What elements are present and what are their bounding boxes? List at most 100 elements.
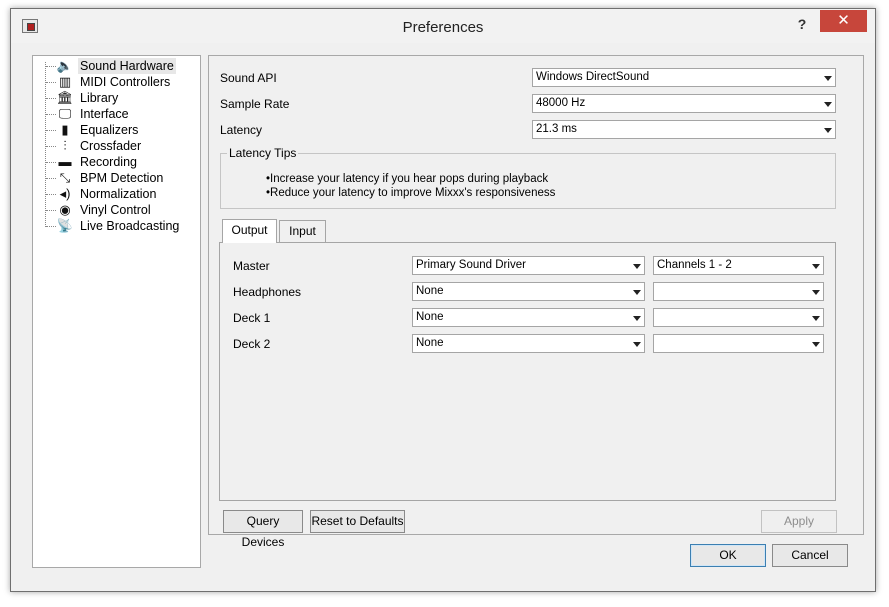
crossfader-icon: ⫶ [63, 138, 67, 153]
query-devices-button[interactable]: Query Devices [223, 510, 303, 549]
title-bar[interactable]: Preferences ? ✕ [11, 9, 875, 43]
sound-api-value: Windows DirectSound [536, 71, 650, 83]
master-channels-select[interactable]: Channels 1 - 2 [653, 256, 824, 275]
chevron-down-icon[interactable] [807, 335, 823, 352]
sidebar-item-label: Interface [80, 107, 129, 121]
tree-branch [46, 226, 56, 227]
routing-label-master: Master [233, 259, 270, 273]
normalization-icon: ◂) [59, 186, 71, 201]
preferences-window: Preferences ? ✕ 🔈 Sound Hardware ▥ MIDI … [10, 8, 876, 592]
sidebar-item-label: Sound Hardware [78, 58, 176, 74]
latency-tips-group: Latency Tips •Increase your latency if y… [220, 146, 836, 209]
tree-branch [46, 146, 56, 147]
headphones-device-select[interactable]: None [412, 282, 645, 301]
sidebar-item-crossfader[interactable]: ⫶ Crossfader [33, 138, 200, 154]
latency-label: Latency [220, 123, 263, 137]
headphones-channels-select[interactable] [653, 282, 824, 301]
chevron-down-icon[interactable] [628, 257, 644, 274]
deck-1-device-value: None [416, 311, 444, 323]
tree-branch [46, 194, 56, 195]
headphones-device-value: None [416, 285, 444, 297]
sidebar-item-bpm-detection[interactable]: ⤡ BPM Detection [33, 170, 200, 186]
close-button[interactable]: ✕ [820, 10, 867, 32]
speaker-icon: 🔈 [56, 58, 74, 73]
sidebar-item-label: Vinyl Control [80, 203, 151, 217]
chevron-down-icon[interactable] [819, 95, 835, 112]
tab-input[interactable]: Input [279, 220, 326, 242]
deck-1-device-select[interactable]: None [412, 308, 645, 327]
output-tab-pane: Master Primary Sound Driver Channels 1 -… [219, 242, 836, 501]
sound-api-label: Sound API [220, 71, 277, 85]
sidebar-item-vinyl-control[interactable]: ◉ Vinyl Control [33, 202, 200, 218]
sidebar-item-label: Normalization [80, 187, 157, 201]
latency-tip-2: •Reduce your latency to improve Mixxx's … [266, 187, 556, 199]
window-title: Preferences [402, 19, 484, 36]
chevron-down-icon[interactable] [628, 335, 644, 352]
sidebar-item-label: Library [80, 91, 119, 105]
deck-2-device-select[interactable]: None [412, 334, 645, 353]
latency-value: 21.3 ms [536, 123, 577, 135]
sample-rate-select[interactable]: 48000 Hz [532, 94, 836, 113]
routing-label-headphones: Headphones [233, 285, 302, 299]
routing-label-deck-2: Deck 2 [233, 337, 271, 351]
sidebar-item-library[interactable]: 🏛 Library [33, 90, 200, 106]
library-icon: 🏛 [56, 90, 74, 105]
sidebar-item-sound-hardware[interactable]: 🔈 Sound Hardware [33, 58, 200, 74]
sidebar-item-label: Equalizers [80, 123, 139, 137]
sample-rate-value: 48000 Hz [536, 97, 586, 109]
ok-button[interactable]: OK [690, 544, 766, 567]
chevron-down-icon[interactable] [807, 283, 823, 300]
vinyl-icon: ◉ [59, 202, 71, 217]
tree-branch [46, 114, 56, 115]
chevron-down-icon[interactable] [807, 257, 823, 274]
routing-label-deck-1: Deck 1 [233, 311, 271, 325]
master-device-value: Primary Sound Driver [416, 259, 526, 271]
deck-1-channels-select[interactable] [653, 308, 824, 327]
monitor-icon: 🖵 [58, 106, 72, 121]
sound-hardware-panel: Sound API Windows DirectSound Sample Rat… [208, 55, 864, 549]
cancel-button[interactable]: Cancel [772, 544, 848, 567]
recording-icon: ▬ [58, 154, 72, 169]
chevron-down-icon[interactable] [628, 283, 644, 300]
tree-branch [46, 210, 56, 211]
latency-select[interactable]: 21.3 ms [532, 120, 836, 139]
tree-branch [46, 98, 56, 99]
tree-branch [46, 162, 56, 163]
equalizer-icon: ▮ [61, 122, 69, 137]
sidebar-item-normalization[interactable]: ◂) Normalization [33, 186, 200, 202]
help-button[interactable]: ? [791, 14, 813, 34]
chevron-down-icon[interactable] [807, 309, 823, 326]
sidebar-item-label: Live Broadcasting [80, 219, 180, 233]
reset-to-defaults-button[interactable]: Reset to Defaults [310, 510, 405, 533]
sound-api-select[interactable]: Windows DirectSound [532, 68, 836, 87]
broadcast-icon: 📡 [56, 218, 74, 233]
master-device-select[interactable]: Primary Sound Driver [412, 256, 645, 275]
latency-tip-1: •Increase your latency if you hear pops … [266, 173, 549, 185]
tree-branch [46, 130, 56, 131]
chevron-down-icon[interactable] [628, 309, 644, 326]
sidebar-item-label: Crossfader [80, 139, 142, 153]
sidebar-item-equalizers[interactable]: ▮ Equalizers [33, 122, 200, 138]
sidebar-item-label: MIDI Controllers [80, 75, 171, 89]
sidebar-item-live-broadcasting[interactable]: 📡 Live Broadcasting [33, 218, 200, 234]
deck-2-channels-select[interactable] [653, 334, 824, 353]
tree-branch [46, 178, 56, 179]
tab-output[interactable]: Output [222, 219, 277, 243]
latency-tips-title: Latency Tips [227, 146, 299, 160]
tree-branch [46, 82, 56, 83]
bpm-icon: ⤡ [59, 170, 71, 185]
sidebar-item-interface[interactable]: 🖵 Interface [33, 106, 200, 122]
sidebar-item-label: Recording [80, 155, 137, 169]
tree-branch [46, 66, 56, 67]
sidebar-item-recording[interactable]: ▬ Recording [33, 154, 200, 170]
preferences-nav-tree[interactable]: 🔈 Sound Hardware ▥ MIDI Controllers 🏛 Li… [32, 55, 201, 568]
master-channels-value: Channels 1 - 2 [657, 259, 732, 271]
deck-2-device-value: None [416, 337, 444, 349]
apply-button[interactable]: Apply [761, 510, 837, 533]
chevron-down-icon[interactable] [819, 69, 835, 86]
sidebar-item-label: BPM Detection [80, 171, 164, 185]
chevron-down-icon[interactable] [819, 121, 835, 138]
sample-rate-label: Sample Rate [220, 97, 290, 111]
sidebar-item-midi-controllers[interactable]: ▥ MIDI Controllers [33, 74, 200, 90]
midi-keyboard-icon: ▥ [58, 74, 72, 89]
